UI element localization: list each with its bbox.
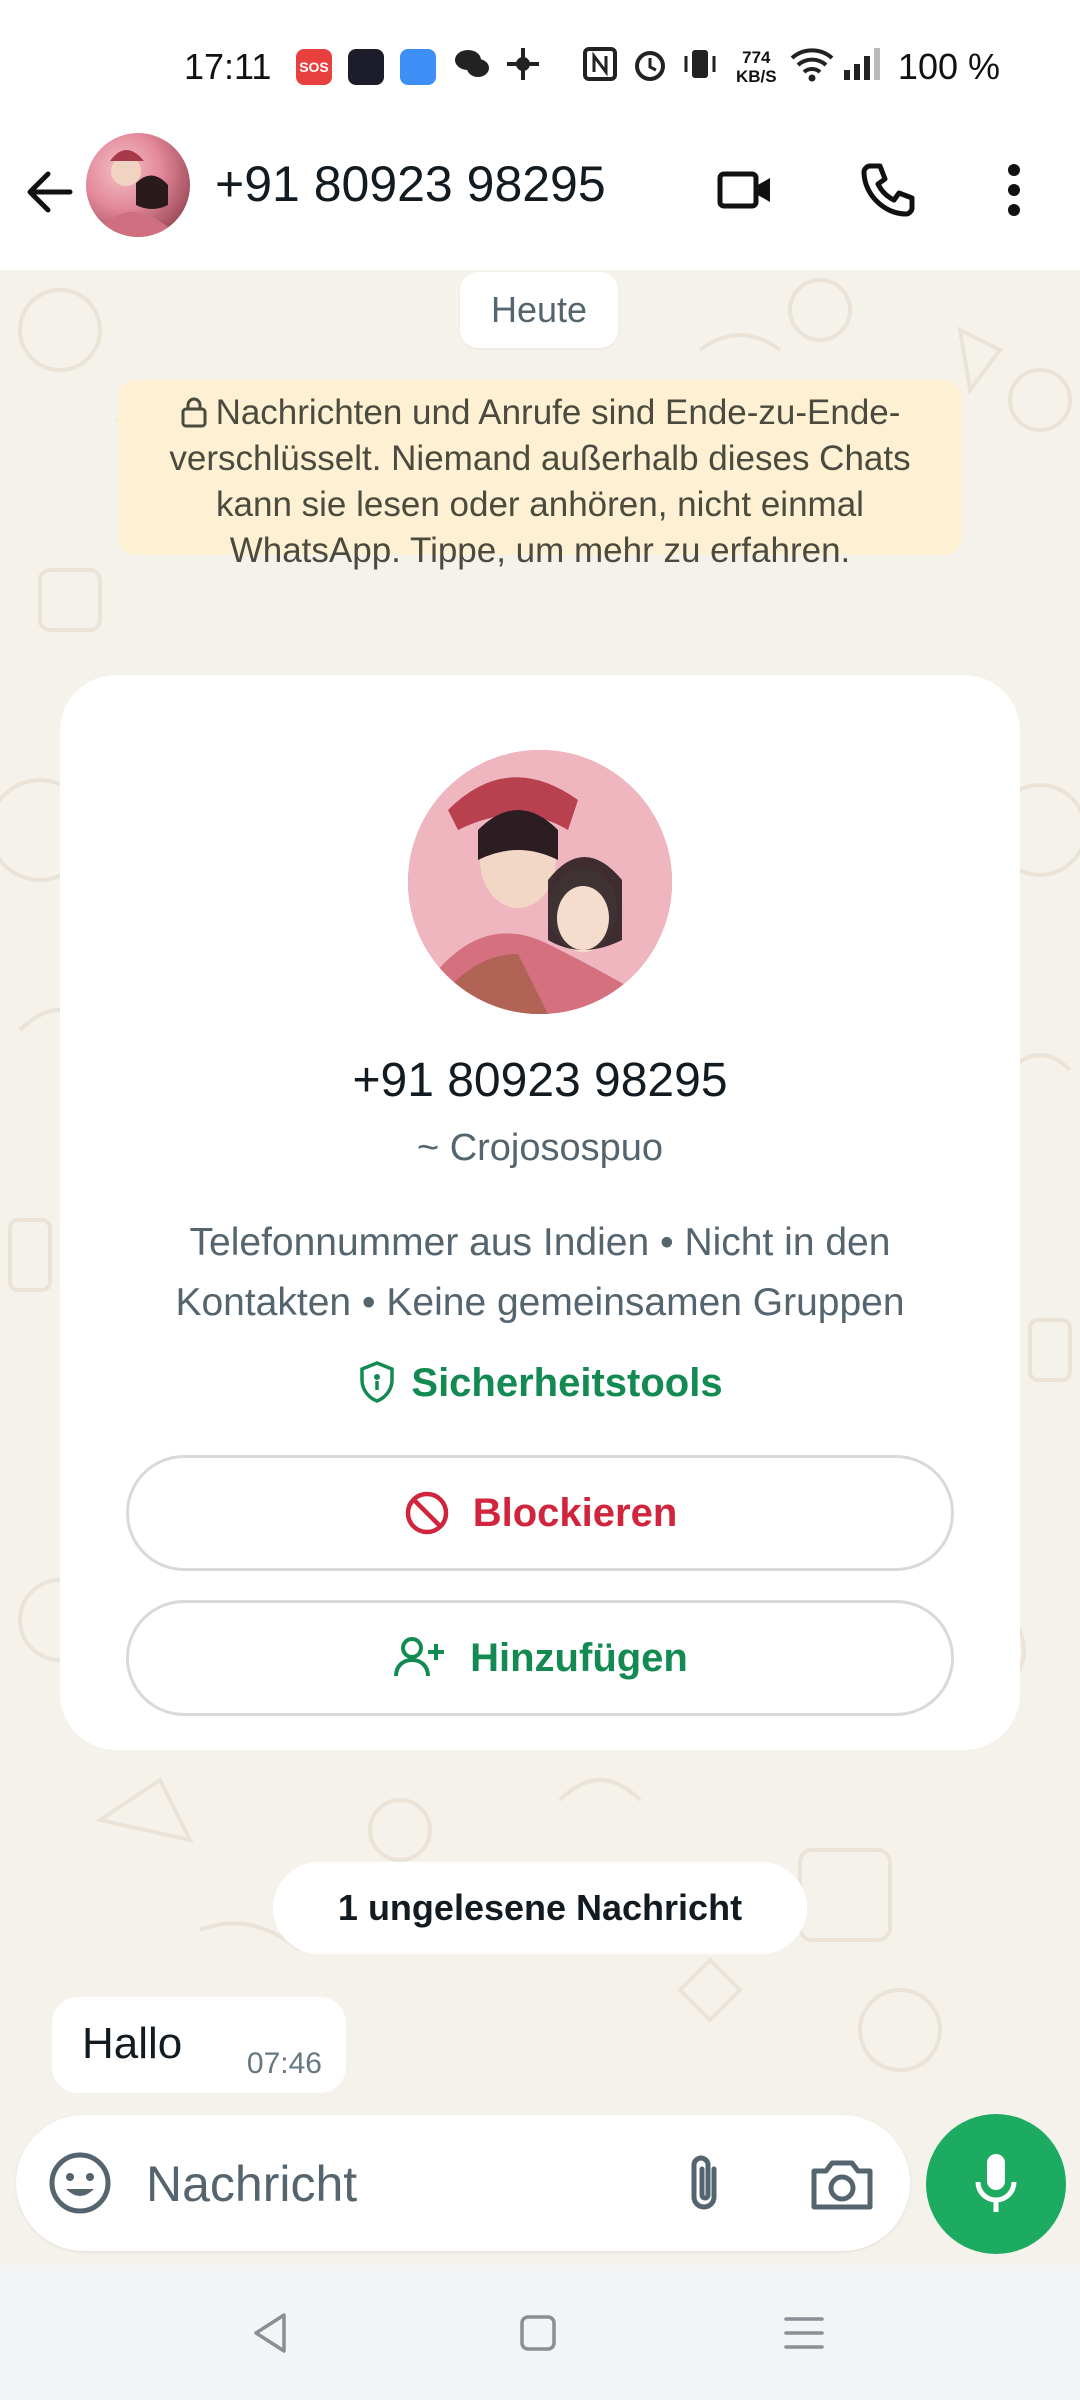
triangle-back-icon — [254, 2313, 286, 2353]
chat-header: +91 80923 98295 — [0, 130, 1080, 271]
voice-message-button[interactable] — [926, 2114, 1066, 2254]
signal-icon — [844, 48, 880, 80]
square-home-icon — [520, 2315, 556, 2351]
block-button[interactable]: Blockieren — [126, 1455, 954, 1571]
video-call-button[interactable] — [706, 150, 786, 230]
nav-recents-button[interactable] — [776, 2305, 832, 2361]
date-separator: Heute — [460, 272, 618, 348]
phone-call-icon — [861, 163, 915, 217]
network-speed: 774 KB/S — [736, 48, 777, 86]
profile-image — [408, 750, 672, 1014]
alarm-icon — [635, 51, 665, 81]
emoji-icon — [49, 2152, 111, 2214]
incoming-message[interactable]: Hallo 07:46 — [52, 1997, 346, 2093]
more-vert-icon — [1008, 164, 1020, 216]
more-options-button[interactable] — [974, 150, 1054, 230]
lock-icon — [181, 397, 207, 428]
unread-messages-badge: 1 ungelesene Nachricht — [273, 1862, 807, 1954]
system-navigation-bar — [0, 2265, 1080, 2400]
status-bar: 17:11 SOS 774 KB/S 100 % — [0, 0, 1080, 130]
weather-icon — [400, 49, 436, 85]
add-label: Hinzufügen — [470, 1635, 688, 1680]
news-app-icon — [348, 49, 384, 85]
shield-icon — [360, 1361, 395, 1403]
status-time: 17:11 — [184, 46, 272, 87]
video-call-icon — [717, 171, 770, 209]
back-button[interactable] — [18, 160, 82, 224]
avatar-image — [96, 150, 180, 237]
block-icon — [405, 1491, 448, 1535]
safety-tools-link[interactable]: Sicherheitstools — [60, 1360, 1020, 1406]
message-time: 07:46 — [246, 2047, 322, 2080]
message-input[interactable] — [144, 2145, 648, 2223]
card-contact-info: Telefonnummer aus Indien • Nicht in den … — [175, 1221, 905, 1324]
back-arrow-icon — [27, 171, 73, 213]
safety-tools-label: Sicherheitstools — [411, 1361, 723, 1405]
emoji-button[interactable] — [46, 2149, 114, 2217]
add-contact-button[interactable]: Hinzufügen — [126, 1600, 954, 1716]
nfc-icon — [583, 47, 617, 81]
pinwheel-icon — [507, 48, 539, 80]
card-push-name: ~ Crojosospuo — [416, 1127, 664, 1169]
contact-name[interactable]: +91 80923 98295 — [215, 155, 606, 213]
paperclip-icon — [691, 2155, 717, 2210]
contact-profile-photo[interactable] — [408, 750, 672, 1014]
camera-button[interactable] — [804, 2147, 880, 2223]
voice-call-button[interactable] — [848, 150, 928, 230]
vibrate-icon — [684, 50, 716, 78]
battery-level: 100 % — [897, 46, 1000, 87]
nav-back-button[interactable] — [242, 2305, 298, 2361]
camera-icon — [811, 2160, 873, 2210]
encryption-notice[interactable]: Nachrichten und Anrufe sind Ende-zu-Ende… — [118, 380, 962, 570]
add-person-icon — [394, 1637, 445, 1677]
sos-icon: SOS — [296, 49, 332, 85]
microphone-icon — [975, 2154, 1017, 2212]
card-phone-number: +91 80923 98295 — [352, 1054, 728, 1107]
encryption-notice-text: Nachrichten und Anrufe sind Ende-zu-Ende… — [169, 393, 911, 570]
menu-lines-icon — [784, 2317, 824, 2349]
block-label: Blockieren — [472, 1490, 678, 1535]
wifi-icon — [790, 48, 834, 82]
chat-area[interactable]: Heute Nachrichten und Anrufe sind Ende-z… — [0, 270, 1080, 2265]
nav-home-button[interactable] — [510, 2305, 566, 2361]
message-composer — [16, 2115, 910, 2251]
wechat-icon — [455, 50, 489, 77]
contact-avatar[interactable] — [86, 133, 190, 237]
contact-info-card: +91 80923 98295 ~ Crojosospuo Telefonnum… — [60, 675, 1020, 1750]
message-text: Hallo — [82, 2019, 183, 2068]
attach-button[interactable] — [666, 2145, 742, 2221]
